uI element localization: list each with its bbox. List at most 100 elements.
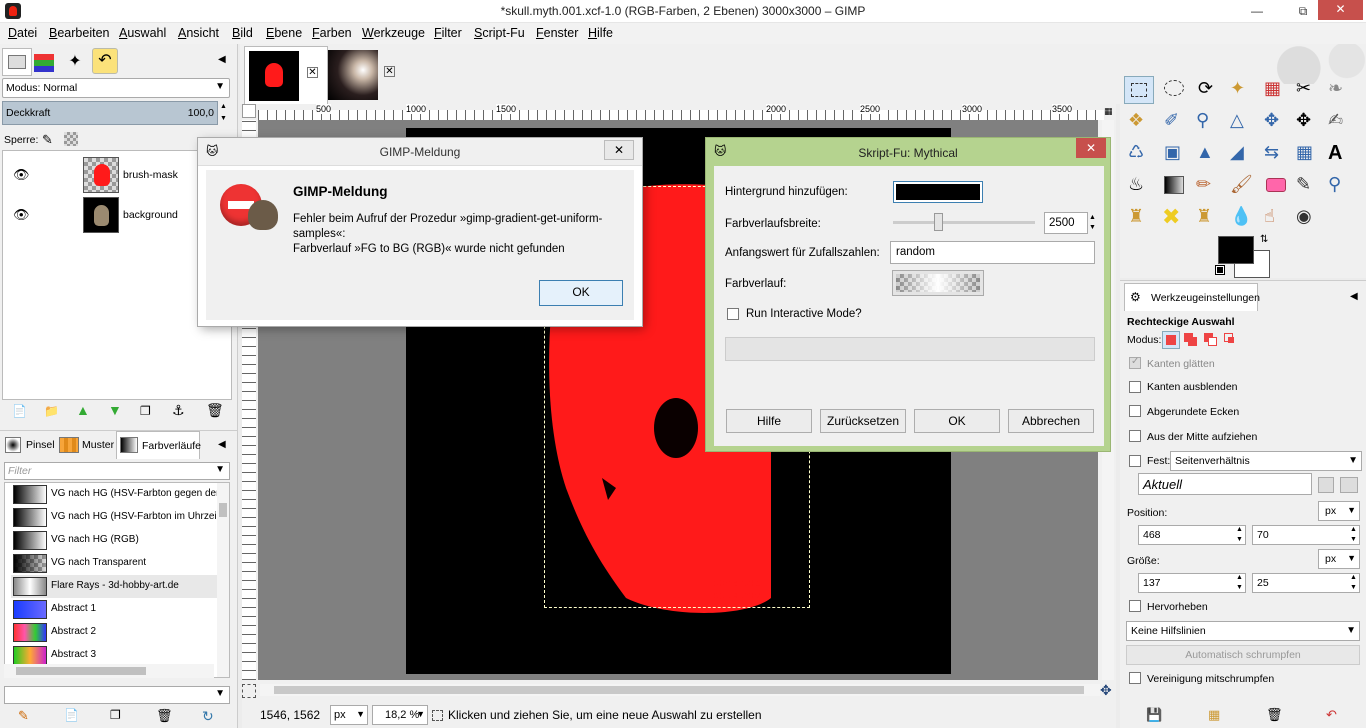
color-picker-tool[interactable]: ✐ (1164, 110, 1188, 134)
fixed-select[interactable]: Seitenverhältnis ▼ (1170, 451, 1362, 471)
tab-brushes[interactable]: Pinsel (2, 433, 56, 457)
mode-intersect-button[interactable] (1224, 333, 1238, 347)
dock-menu-icon[interactable]: ◀ (1350, 291, 1358, 302)
gradient-select-button[interactable] (892, 270, 984, 296)
undo-history-icon[interactable]: ↶ (92, 48, 118, 74)
ink-tool[interactable]: ⚲ (1328, 174, 1352, 198)
position-x-input[interactable]: 468 (1138, 525, 1246, 545)
expand-center-checkbox[interactable] (1129, 430, 1141, 442)
rounded-checkbox[interactable] (1129, 405, 1141, 417)
layer-name[interactable]: brush-mask (123, 169, 178, 181)
blend-tool[interactable] (1164, 176, 1184, 194)
position-unit-select[interactable]: px ▼ (1318, 501, 1360, 521)
mode-add-button[interactable] (1184, 333, 1198, 347)
slider-handle[interactable] (934, 213, 943, 231)
swap-colors-icon[interactable]: ⇅ (1260, 234, 1268, 245)
flip-tool[interactable]: ⇆ (1264, 142, 1288, 166)
dodge-burn-tool[interactable]: ◉ (1296, 206, 1320, 230)
spinner-icon[interactable]: ▲ ▼ (1236, 573, 1243, 593)
delete-layer-icon[interactable]: 🗑 (206, 402, 224, 419)
dialog-close-button[interactable]: ✕ (604, 140, 634, 160)
size-unit-select[interactable]: px ▼ (1318, 549, 1360, 569)
zoom-select[interactable]: 18,2 % ▼ (372, 705, 428, 725)
airbrush-tool[interactable]: ✎ (1296, 174, 1320, 198)
fixed-checkbox[interactable] (1129, 455, 1141, 467)
help-button[interactable]: Hilfe (726, 409, 812, 433)
menu-filter[interactable]: Filter (434, 26, 462, 40)
feather-checkbox[interactable] (1129, 381, 1141, 393)
cancel-button[interactable]: Abbrechen (1008, 409, 1094, 433)
color-select-tool[interactable]: ▦ (1264, 78, 1288, 102)
ellipse-select-tool[interactable] (1164, 80, 1184, 96)
paths-icon[interactable]: ✦ (64, 52, 86, 72)
delete-options-icon[interactable]: 🗑 (1266, 707, 1283, 723)
paths-tool[interactable]: ❖ (1128, 110, 1152, 134)
navigate-icon[interactable]: ✥ (1100, 682, 1112, 699)
close-tab-icon[interactable]: ✕ (384, 66, 395, 77)
eraser-tool[interactable] (1266, 178, 1286, 192)
measure-tool[interactable]: △ (1230, 110, 1254, 134)
scriptfu-close-button[interactable]: ✕ (1076, 138, 1106, 158)
new-layer-icon[interactable]: 📄 (12, 404, 27, 418)
lock-pixels-icon[interactable]: ✎ (42, 132, 53, 148)
canvas-horizontal-scrollbar[interactable] (260, 684, 1100, 696)
tab-layers[interactable] (2, 48, 32, 76)
pencil-tool[interactable]: ✏ (1196, 174, 1220, 198)
blur-tool[interactable]: 💧 (1230, 206, 1254, 230)
shrink-merged-checkbox[interactable] (1129, 672, 1141, 684)
close-tab-icon[interactable]: ✕ (307, 67, 318, 78)
anchor-layer-icon[interactable]: ⚓ (172, 402, 185, 419)
minimize-button[interactable]: — (1244, 2, 1270, 20)
list-item[interactable]: VG nach HG (HSV-Farbton im Uhrzeig (11, 506, 219, 529)
list-item[interactable]: Abstract 2 (11, 621, 219, 644)
reset-button[interactable]: Zurücksetzen (820, 409, 906, 433)
dock-menu-icon[interactable]: ◀ (218, 439, 226, 450)
position-y-input[interactable]: 70 (1252, 525, 1360, 545)
align-tool[interactable]: ✥ (1296, 110, 1320, 134)
autoshrink-button[interactable]: Automatisch schrumpfen (1126, 645, 1360, 665)
zoom-lock-icon[interactable]: ▦ (1104, 106, 1114, 118)
size-height-input[interactable]: 25 (1252, 573, 1360, 593)
layer-name[interactable]: background (123, 209, 178, 221)
clone-tool[interactable]: ♜ (1128, 206, 1152, 230)
tab-channels[interactable] (34, 52, 56, 72)
save-options-icon[interactable]: 💾 (1146, 707, 1162, 723)
refresh-icon[interactable]: ↻ (202, 708, 214, 725)
mode-subtract-button[interactable] (1204, 333, 1218, 347)
spinner-icon[interactable]: ▲ ▼ (1236, 525, 1243, 545)
new-gradient-icon[interactable]: 📄 (64, 708, 79, 722)
new-group-icon[interactable]: 📁 (44, 404, 59, 418)
crop-tool[interactable]: ✍ (1328, 110, 1352, 134)
width-slider[interactable] (893, 221, 1035, 224)
menu-ebene[interactable]: Ebene (266, 26, 302, 40)
eye-icon[interactable]: 👁 (13, 167, 30, 183)
menu-werkzeuge[interactable]: Werkzeuge (362, 26, 425, 40)
foreground-select-tool[interactable]: ❧ (1328, 78, 1352, 102)
menu-ansicht[interactable]: Ansicht (178, 26, 219, 40)
text-tool[interactable]: A (1328, 142, 1352, 166)
perspective-clone-tool[interactable]: ♜ (1196, 206, 1220, 230)
opacity-spinner[interactable]: ▲ ▼ (220, 101, 230, 125)
menu-hilfe[interactable]: Hilfe (588, 26, 613, 40)
image-tab-active[interactable]: ✕ (244, 46, 328, 104)
paintbrush-tool[interactable]: 🖌 (1230, 174, 1254, 198)
zoom-tool[interactable]: ⚲ (1196, 110, 1220, 134)
default-colors-icon[interactable] (1215, 265, 1225, 275)
shear-tool[interactable]: ▲ (1196, 142, 1220, 166)
portrait-button[interactable] (1318, 477, 1334, 493)
list-item[interactable]: VG nach HG (RGB) (11, 529, 219, 552)
unit-select[interactable]: px ▼ (330, 705, 368, 725)
highlight-checkbox[interactable] (1129, 600, 1141, 612)
scissors-tool[interactable]: ✂ (1296, 78, 1320, 102)
guides-select[interactable]: Keine Hilfslinien ▼ (1126, 621, 1360, 641)
bucket-fill-tool[interactable]: ♨ (1128, 174, 1152, 198)
fixed-ratio-input[interactable]: Aktuell (1138, 473, 1312, 495)
menu-bild[interactable]: Bild (232, 26, 253, 40)
list-item[interactable]: Abstract 1 (11, 598, 219, 621)
mode-replace-button[interactable] (1162, 331, 1180, 349)
lock-alpha-icon[interactable] (64, 132, 78, 146)
ok-button[interactable]: OK (914, 409, 1000, 433)
spinner-icon[interactable]: ▲ ▼ (1350, 573, 1357, 593)
fuzzy-select-tool[interactable]: ✦ (1230, 78, 1254, 102)
menu-datei[interactable]: Datei (8, 26, 37, 40)
